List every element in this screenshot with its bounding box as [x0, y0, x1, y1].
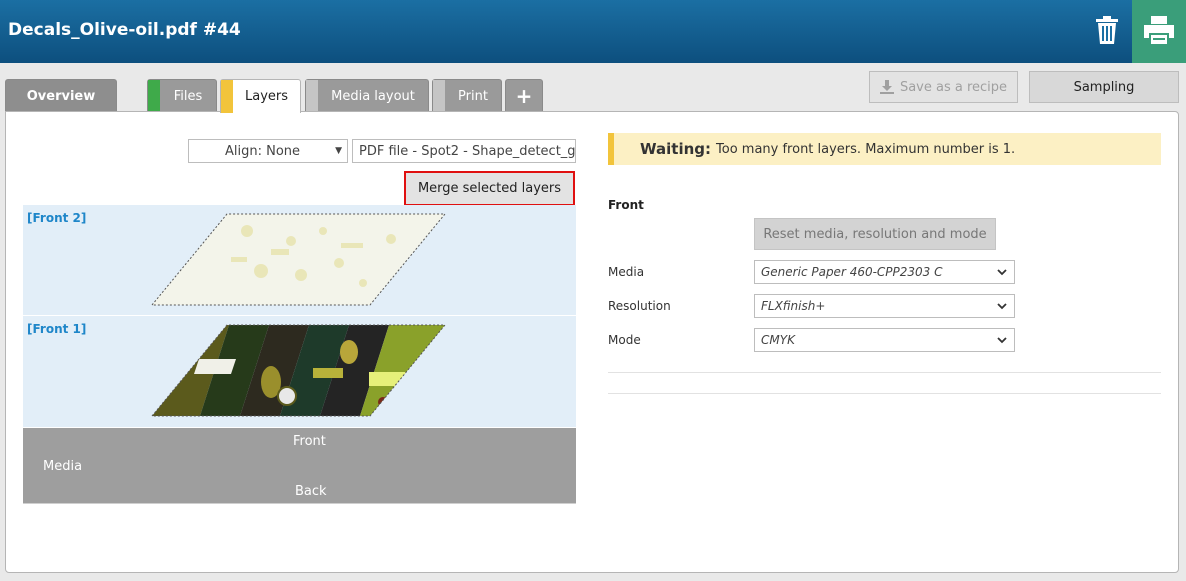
media-field-label: Media: [608, 265, 645, 279]
save-as-recipe-button[interactable]: Save as a recipe: [869, 71, 1018, 103]
layer-front-2-preview: [151, 213, 447, 306]
trash-icon[interactable]: [1094, 15, 1120, 45]
reset-media-resolution-mode-button[interactable]: Reset media, resolution and mode: [754, 218, 996, 250]
tab-layers[interactable]: Layers: [220, 79, 301, 113]
printer-icon: [1144, 16, 1174, 44]
merge-selected-layers-button[interactable]: Merge selected layers: [404, 171, 575, 206]
add-tab-button[interactable]: +: [505, 79, 543, 112]
download-icon: [879, 80, 894, 94]
sampling-label: Sampling: [1073, 79, 1135, 95]
save-as-recipe-label: Save as a recipe: [899, 79, 1008, 95]
tab-label: Layers: [244, 89, 289, 104]
pdf-file-select-value: PDF file - Spot2 - Shape_detect_glc: [359, 143, 576, 159]
layer-front-1[interactable]: [Front 1]: [23, 316, 576, 427]
media-back-label: Back: [295, 484, 327, 499]
tab-color-bar: [306, 80, 318, 112]
chevron-down-icon: [997, 303, 1007, 310]
resolution-field-label: Resolution: [608, 299, 671, 313]
reset-label: Reset media, resolution and mode: [763, 226, 987, 242]
media-front-label: Front: [293, 434, 326, 449]
status-banner: Waiting: Too many front layers. Maximum …: [608, 133, 1161, 165]
app-header: Decals_Olive-oil.pdf #44: [0, 0, 1186, 63]
media-select-value: Generic Paper 460-CPP2303 C: [761, 265, 943, 279]
media-label: Media: [43, 459, 83, 474]
layer-label: [Front 1]: [27, 322, 87, 336]
resolution-select-value: FLXfinish+: [761, 299, 826, 313]
divider: [608, 393, 1161, 394]
mode-select[interactable]: CMYK: [754, 328, 1015, 352]
status-title: Waiting:: [640, 140, 712, 158]
pdf-file-select[interactable]: PDF file - Spot2 - Shape_detect_glc: [352, 139, 576, 163]
mode-select-value: CMYK: [761, 333, 795, 347]
chevron-down-icon: [997, 269, 1007, 276]
divider: [608, 372, 1161, 373]
job-title: Decals_Olive-oil.pdf #44: [8, 20, 241, 40]
print-button[interactable]: [1132, 0, 1186, 63]
tab-print[interactable]: Print: [432, 79, 502, 112]
merge-label: Merge selected layers: [417, 181, 562, 196]
media-select[interactable]: Generic Paper 460-CPP2303 C: [754, 260, 1015, 284]
media-summary: Media Front Back: [23, 428, 576, 504]
tab-label: Overview: [26, 88, 96, 104]
tab-color-bar: [221, 80, 233, 113]
align-select[interactable]: Align: None ▼: [188, 139, 348, 163]
plus-icon: +: [515, 84, 533, 108]
layer-label: [Front 2]: [27, 211, 87, 225]
mode-field-label: Mode: [608, 333, 641, 347]
chevron-down-icon: [997, 337, 1007, 344]
tab-color-bar: [433, 80, 445, 112]
sampling-button[interactable]: Sampling: [1029, 71, 1179, 103]
align-select-value: Align: None: [225, 143, 301, 159]
tab-color-bar: [148, 80, 160, 112]
resolution-select[interactable]: FLXfinish+: [754, 294, 1015, 318]
tab-label: Media layout: [331, 88, 415, 104]
layer-front-1-preview: [151, 324, 447, 417]
status-message: Too many front layers. Maximum number is…: [716, 141, 1016, 157]
tab-label: Files: [173, 88, 203, 104]
tab-overview[interactable]: Overview: [5, 79, 117, 112]
tab-media-layout[interactable]: Media layout: [305, 79, 429, 112]
tab-label: Print: [458, 88, 488, 104]
layer-front-2[interactable]: [Front 2]: [23, 205, 576, 315]
caret-down-icon: ▼: [335, 146, 342, 156]
tab-files[interactable]: Files: [147, 79, 217, 112]
front-heading: Front: [608, 198, 644, 212]
